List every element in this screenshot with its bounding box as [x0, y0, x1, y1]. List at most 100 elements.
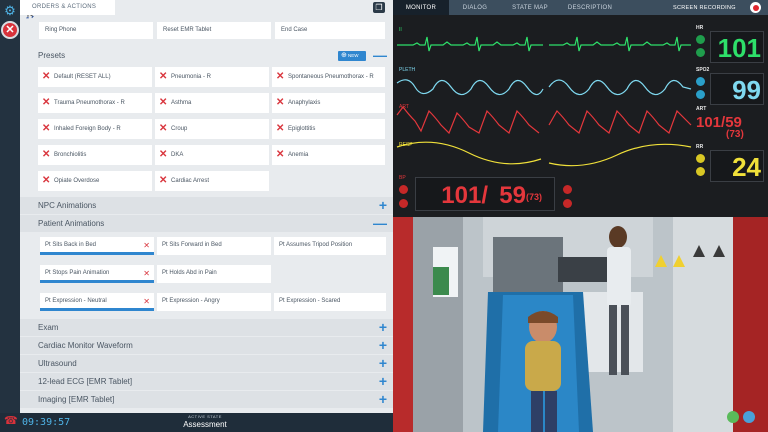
active-state-label: ACTIVE STATE [188, 414, 222, 419]
x-icon: ✕ [159, 97, 168, 108]
new-preset-button[interactable]: ⊕ NEW [338, 51, 366, 61]
bp-up-icon[interactable] [399, 185, 408, 194]
gear-icon[interactable]: ⚙ [3, 4, 17, 18]
animation-label: Pt Stops Pain Animation [45, 270, 110, 276]
ambulance-scene[interactable] [393, 217, 768, 432]
bp-down-icon[interactable] [399, 199, 408, 208]
preset-item[interactable]: ✕ Anaphylaxis [272, 93, 385, 113]
preset-item[interactable]: ✕ Trauma Pneumothorax - R [38, 93, 152, 113]
tab-description[interactable]: DESCRIPTION [559, 0, 621, 15]
ultrasound-section[interactable]: Ultrasound + [20, 355, 393, 372]
art-waveform [396, 106, 692, 135]
npc-animations-section[interactable]: NPC Animations + [20, 197, 393, 214]
ecg-waveform [397, 36, 691, 52]
preset-item[interactable]: ✕ Bronchiolitis [38, 145, 152, 165]
waveform-section[interactable]: Cardiac Monitor Waveform + [20, 337, 393, 354]
spo2-up-icon[interactable] [696, 77, 705, 86]
imaging-section[interactable]: Imaging [EMR Tablet] + [20, 391, 393, 408]
copy-icon[interactable]: ❐ [373, 2, 385, 13]
record-icon[interactable] [750, 2, 761, 13]
active-state[interactable]: Assessment [160, 420, 250, 429]
pleth-waveform [396, 79, 692, 96]
x-icon[interactable]: ✕ [143, 269, 150, 278]
patient-animation-button[interactable]: Pt Assumes Tripod Position [274, 237, 386, 255]
expand-plus-icon[interactable]: + [379, 338, 387, 352]
expand-plus-icon[interactable]: + [379, 392, 387, 406]
exam-section[interactable]: Exam + [20, 319, 393, 336]
resp-waveform [396, 141, 692, 167]
expand-plus-icon[interactable]: + [379, 356, 387, 370]
tab-state-map[interactable]: STATE MAP [501, 0, 559, 15]
expand-plus-icon[interactable]: + [379, 198, 387, 212]
preset-item[interactable]: ✕ Spontaneous Pneumothorax - R [272, 67, 385, 87]
close-case-icon[interactable]: ✕ [1, 21, 19, 39]
x-icon: ✕ [276, 149, 285, 160]
tab-dialog[interactable]: DIALOG [449, 0, 501, 15]
preset-label: Anaphylaxis [288, 100, 321, 106]
preset-item[interactable]: ✕ Epiglottitis [272, 119, 385, 139]
collapse-presets-icon[interactable]: — [373, 48, 387, 62]
patient-animation-button[interactable]: Pt Holds Abd in Pain [157, 265, 271, 283]
preset-item[interactable]: ✕ Pneumonia - R [155, 67, 269, 87]
phone-icon[interactable]: ☎ [4, 414, 18, 427]
preset-item[interactable]: ✕ Anemia [272, 145, 385, 165]
new-preset-label: NEW [348, 53, 359, 58]
expand-plus-icon[interactable]: + [379, 374, 387, 388]
rr-up-icon[interactable] [696, 154, 705, 163]
patient-animations-section[interactable]: Patient Animations — [20, 215, 393, 232]
preset-label: Bronchiolitis [54, 152, 87, 158]
preset-item[interactable]: ✕ Opiate Overdose [38, 171, 152, 191]
patient-animation-button[interactable]: Pt Expression - Angry [157, 293, 271, 311]
patient-animation-button[interactable]: Pt Expression - Scared [274, 293, 386, 311]
nibp-up-icon[interactable] [563, 185, 572, 194]
patient-animation-button[interactable]: Pt Stops Pain Animation ✕ [40, 265, 154, 283]
nibp-down-icon[interactable] [563, 199, 572, 208]
rr-label: RR [696, 144, 704, 150]
x-icon: ✕ [276, 71, 285, 82]
hr-up-icon[interactable] [696, 35, 705, 44]
ecg-section[interactable]: 12-lead ECG [EMR Tablet] + [20, 373, 393, 390]
end-case-button[interactable]: End Case [275, 22, 385, 39]
preset-label: DKA [171, 152, 184, 158]
patient-animation-button[interactable]: Pt Sits Forward in Bed [157, 237, 271, 255]
rr-down-icon[interactable] [696, 167, 705, 176]
preset-item[interactable]: ✕ DKA [155, 145, 269, 165]
spo2-value: 99 [732, 75, 761, 105]
x-icon[interactable]: ✕ [143, 241, 150, 250]
preset-item[interactable]: ✕ Croup [155, 119, 269, 139]
spo2-label: SPO2 [696, 67, 710, 73]
left-rail: ⚙ ✕ [0, 0, 20, 413]
status-bar: ☎ 09:39:57 ACTIVE STATE Assessment [0, 413, 393, 432]
preset-item[interactable]: ✕ Cardiac Arrest [155, 171, 269, 191]
presets-title: Presets [38, 51, 66, 60]
hr-down-icon[interactable] [696, 48, 705, 57]
preset-label: Opiate Overdose [54, 178, 100, 184]
preset-label: Asthma [171, 100, 192, 106]
animation-label: Pt Holds Abd in Pain [162, 270, 217, 276]
preset-item[interactable]: ✕ Default (RESET ALL) [38, 67, 152, 87]
hr-value: 101 [717, 33, 761, 63]
art-label: ART [399, 104, 409, 110]
x-icon: ✕ [159, 123, 168, 134]
preset-item[interactable]: ✕ Inhaled Foreign Body - R [38, 119, 152, 139]
spo2-down-icon[interactable] [696, 90, 705, 99]
ring-phone-button[interactable]: Ring Phone [39, 22, 153, 39]
art-vital-label: ART [696, 106, 707, 112]
collapse-minus-icon[interactable]: — [373, 216, 387, 230]
preset-label: Default (RESET ALL) [54, 74, 111, 80]
preset-label: Cardiac Arrest [171, 178, 210, 184]
x-icon[interactable]: ✕ [143, 297, 150, 306]
preset-item[interactable]: ✕ Asthma [155, 93, 269, 113]
patient-animation-button[interactable]: Pt Expression - Neutral ✕ [40, 293, 154, 311]
expand-plus-icon[interactable]: + [379, 320, 387, 334]
section-title: Imaging [EMR Tablet] [38, 395, 115, 404]
tab-monitor[interactable]: MONITOR [393, 0, 449, 15]
reset-emr-tablet-button[interactable]: Reset EMR Tablet [157, 22, 271, 39]
animation-label: Pt Sits Forward in Bed [162, 242, 222, 248]
section-title: 12-lead ECG [EMR Tablet] [38, 377, 133, 386]
section-title: Cardiac Monitor Waveform [38, 341, 133, 350]
patient-animation-button[interactable]: Pt Sits Back in Bed ✕ [40, 237, 154, 255]
x-icon: ✕ [276, 123, 285, 134]
tab-orders-actions[interactable]: ORDERS & ACTIONS [20, 0, 115, 15]
nibp-display: 101/ 59 (73) [415, 177, 555, 211]
